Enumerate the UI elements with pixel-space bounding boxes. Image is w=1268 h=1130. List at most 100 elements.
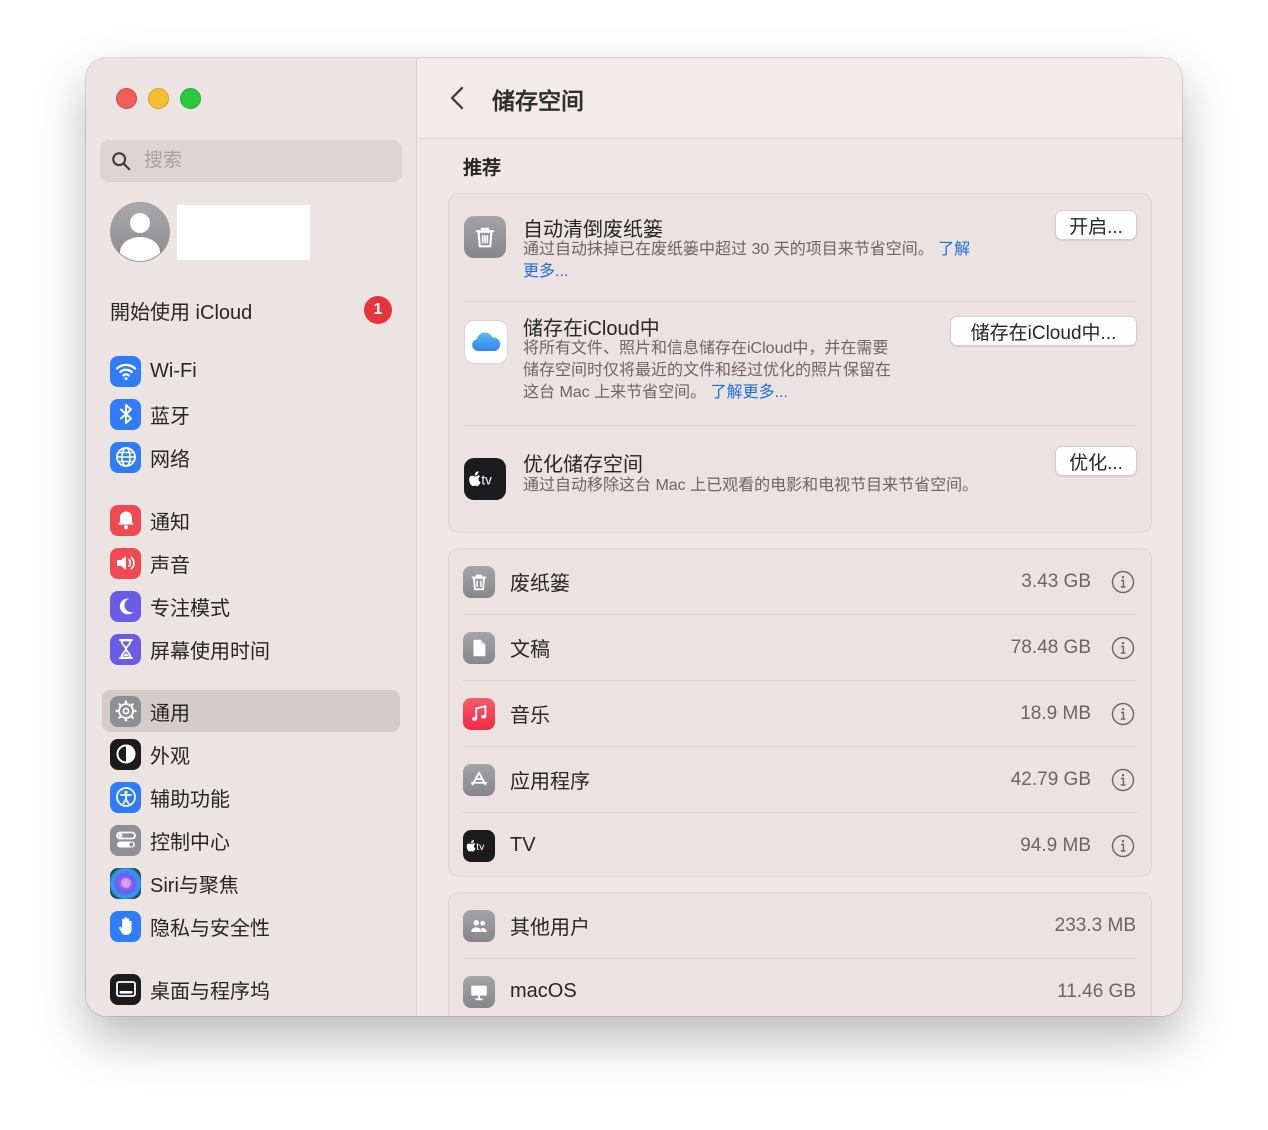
sidebar-item-bluetooth[interactable]: 蓝牙 — [102, 393, 400, 435]
icloud-signin-item[interactable]: 開始使用 iCloud 1 — [110, 294, 392, 326]
storage-row-tv[interactable]: tv TV 94.9 MB — [449, 813, 1151, 878]
storage-row-label: 废纸篓 — [510, 573, 570, 595]
description-text: 通过自动移除这台 Mac 上已观看的电影和电视节目来节省空间。 — [523, 477, 979, 494]
sidebar-item-wifi[interactable]: Wi-Fi — [102, 350, 400, 392]
globe-icon — [110, 441, 141, 473]
bell-icon — [110, 504, 141, 536]
learn-more-link-continued[interactable]: 更多... — [523, 263, 568, 280]
icloud-signin-label: 開始使用 iCloud — [110, 301, 253, 324]
storage-row-applications[interactable]: 应用程序 42.79 GB — [449, 747, 1151, 812]
apple-tv-icon: tv — [463, 829, 495, 862]
users-icon — [463, 909, 495, 942]
learn-more-link[interactable]: 了解更多... — [711, 384, 788, 401]
main-pane: 储存空间 推荐 自动清倒废纸篓 通过自动抹掉已在废纸篓中超过 30 天的项目来节… — [417, 58, 1182, 1016]
sidebar-item-label: 网络 — [150, 448, 190, 471]
sidebar-item-label: 辅助功能 — [150, 788, 230, 811]
description-text: 将所有文件、照片和信息储存在iCloud中，并在需要 — [523, 340, 889, 357]
storage-row-size: 3.43 GB — [1021, 570, 1091, 592]
storage-row-label: macOS — [510, 980, 577, 1002]
sidebar-item-label: Siri与聚焦 — [150, 874, 239, 897]
enable-auto-empty-trash-button[interactable]: 开启... — [1055, 210, 1137, 240]
recommendation-store-in-icloud: 储存在iCloud中 将所有文件、照片和信息储存在iCloud中，并在需要 储存… — [449, 302, 1151, 426]
store-in-icloud-button[interactable]: 储存在iCloud中... — [950, 316, 1137, 346]
description-text: 这台 Mac 上来节省空间。 — [523, 384, 707, 401]
minimize-window-button[interactable] — [148, 88, 169, 109]
description-text: 通过自动抹掉已在废纸篓中超过 30 天的项目来节省空间。 — [523, 241, 934, 258]
storage-row-size: 78.48 GB — [1010, 636, 1091, 658]
document-icon — [463, 631, 495, 664]
moon-icon — [110, 590, 141, 622]
storage-row-label: 应用程序 — [510, 771, 590, 793]
sidebar-item-label: 通知 — [150, 511, 190, 534]
tv-icon-text: tv — [481, 472, 492, 487]
notification-badge: 1 — [364, 296, 392, 324]
storage-categories-card: 废纸篓 3.43 GB 文稿 78.48 GB 音乐 18.9 MB 应用程序 … — [448, 548, 1152, 877]
recommendation-empty-trash: 自动清倒废纸篓 通过自动抹掉已在废纸篓中超过 30 天的项目来节省空间。 了解 … — [449, 194, 1151, 301]
siri-icon — [110, 867, 141, 899]
account-name-redacted — [177, 204, 310, 260]
bluetooth-icon — [110, 398, 141, 430]
storage-row-documents[interactable]: 文稿 78.48 GB — [449, 615, 1151, 680]
zoom-window-button[interactable] — [180, 88, 201, 109]
storage-row-trash[interactable]: 废纸篓 3.43 GB — [449, 549, 1151, 614]
storage-row-size: 11.46 GB — [1057, 980, 1136, 1002]
sidebar-item-label: 控制中心 — [150, 831, 230, 854]
storage-row-music[interactable]: 音乐 18.9 MB — [449, 681, 1151, 746]
hand-icon — [110, 910, 141, 942]
storage-row-macos: macOS 11.46 GB — [449, 959, 1151, 1016]
sidebar-item-label: 外观 — [150, 745, 190, 768]
close-window-button[interactable] — [116, 88, 137, 109]
avatar — [110, 202, 170, 262]
trash-icon — [463, 565, 495, 598]
storage-row-label: 文稿 — [510, 639, 550, 661]
info-icon[interactable] — [1111, 636, 1135, 660]
recommendation-optimize-storage: tv 优化储存空间 通过自动移除这台 Mac 上已观看的电影和电视节目来节省空间… — [449, 426, 1151, 532]
info-icon[interactable] — [1111, 834, 1135, 858]
sidebar-item-label: 桌面与程序坞 — [150, 980, 270, 1003]
sidebar-item-desktop-dock[interactable]: 桌面与程序坞 — [102, 968, 400, 1010]
sidebar-item-label: 屏幕使用时间 — [150, 640, 270, 663]
recommendation-title: 储存在iCloud中 — [523, 318, 660, 340]
display-icon — [463, 975, 495, 1008]
recommendation-title: 优化储存空间 — [523, 454, 643, 476]
search-input[interactable] — [142, 149, 386, 173]
recommendations-card: 自动清倒废纸篓 通过自动抹掉已在废纸篓中超过 30 天的项目来节省空间。 了解 … — [448, 193, 1152, 533]
learn-more-link[interactable]: 了解 — [938, 241, 970, 258]
sidebar-item-notifications[interactable]: 通知 — [102, 499, 400, 541]
sidebar-item-accessibility[interactable]: 辅助功能 — [102, 776, 400, 818]
sidebar-item-siri-spotlight[interactable]: Siri与聚焦 — [102, 862, 400, 904]
sidebar-item-screen-time[interactable]: 屏幕使用时间 — [102, 628, 400, 670]
sidebar-item-privacy-security[interactable]: 隐私与安全性 — [102, 905, 400, 947]
control-center-icon — [110, 824, 141, 856]
optimize-button[interactable]: 优化... — [1055, 446, 1137, 476]
wifi-icon — [110, 355, 141, 387]
recommendation-description: 将所有文件、照片和信息储存在iCloud中，并在需要 储存空间时仅将最近的文件和… — [523, 338, 891, 404]
sidebar-item-label: 蓝牙 — [150, 405, 190, 428]
tv-icon-text: tv — [476, 841, 485, 853]
page-title: 储存空间 — [492, 88, 584, 114]
info-icon[interactable] — [1111, 702, 1135, 726]
recommendation-description: 通过自动抹掉已在废纸篓中超过 30 天的项目来节省空间。 了解 更多... — [523, 239, 970, 283]
sidebar-item-general[interactable]: 通用 — [102, 690, 400, 732]
storage-row-size: 18.9 MB — [1020, 702, 1091, 724]
sidebar-item-control-center[interactable]: 控制中心 — [102, 819, 400, 861]
app-store-icon — [463, 763, 495, 796]
storage-row-label: 音乐 — [510, 705, 550, 727]
storage-row-size: 42.79 GB — [1010, 768, 1091, 790]
info-icon[interactable] — [1111, 768, 1135, 792]
sidebar-item-label: Wi-Fi — [150, 359, 197, 382]
search-field[interactable] — [100, 140, 402, 182]
recommendation-title: 自动清倒废纸篓 — [523, 219, 663, 241]
icloud-icon — [464, 320, 508, 364]
sidebar-item-appearance[interactable]: 外观 — [102, 733, 400, 775]
account-row[interactable] — [110, 202, 310, 262]
description-text: 储存空间时仅将最近的文件和经过优化的照片保留在 — [523, 362, 892, 379]
sidebar-item-network[interactable]: 网络 — [102, 436, 400, 478]
info-icon[interactable] — [1111, 570, 1135, 594]
dock-icon — [110, 973, 141, 1005]
sidebar-item-sound[interactable]: 声音 — [102, 542, 400, 584]
sidebar-item-focus[interactable]: 专注模式 — [102, 585, 400, 627]
back-chevron-icon[interactable] — [447, 84, 469, 112]
hourglass-icon — [110, 633, 141, 665]
accessibility-icon — [110, 781, 141, 813]
